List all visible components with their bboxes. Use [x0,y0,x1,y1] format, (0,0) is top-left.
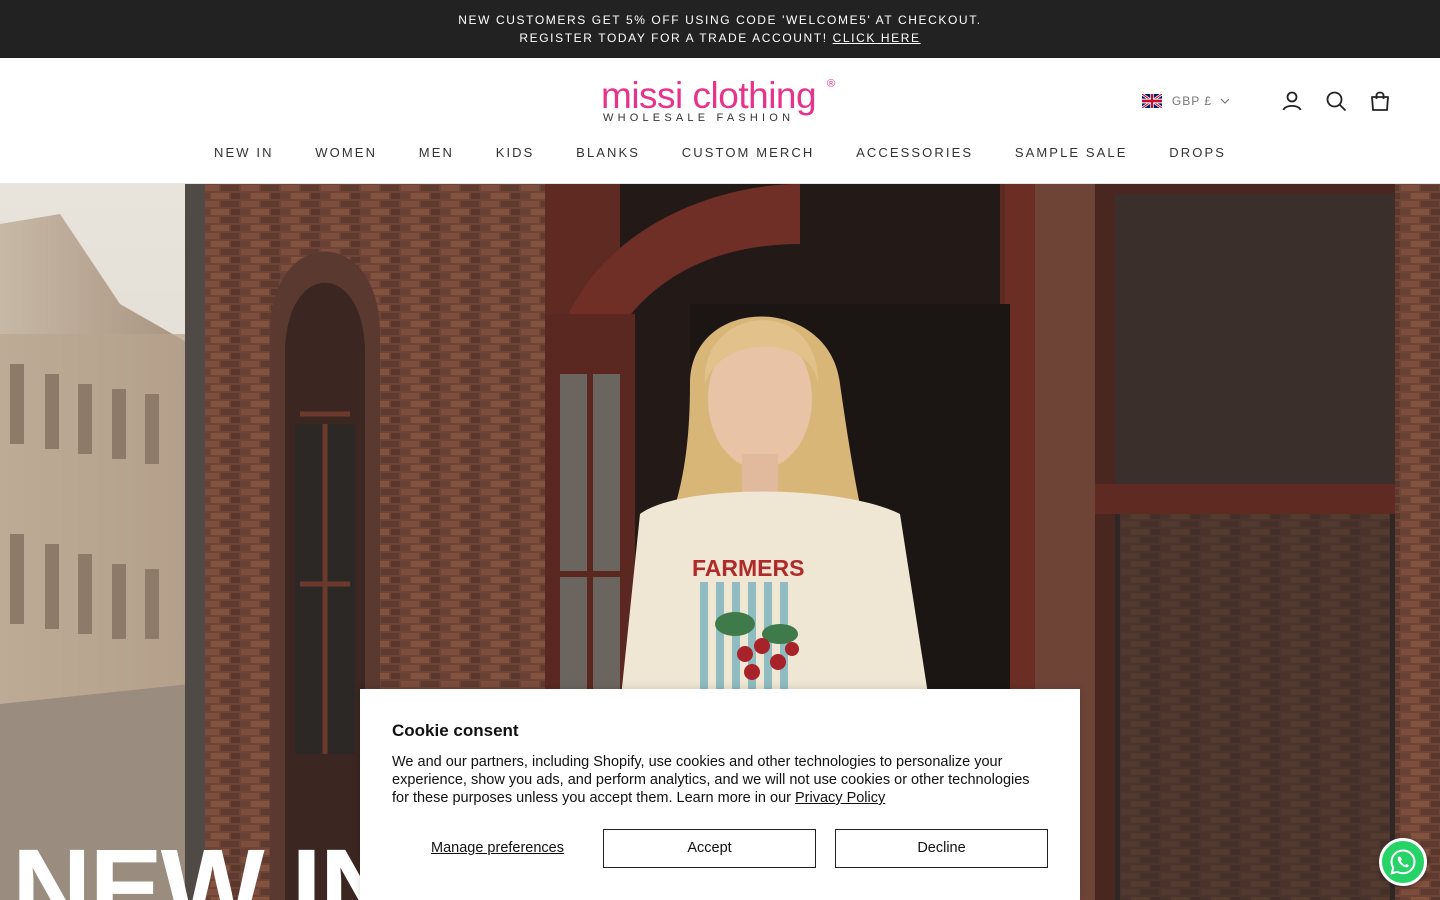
announcement-line-2: REGISTER TODAY FOR A TRADE ACCOUNT! CLIC… [0,29,1440,47]
cart-icon[interactable] [1368,89,1392,113]
nav-item-women[interactable]: WOMEN [315,145,377,160]
cookie-actions: Manage preferences Accept Decline [392,829,1048,868]
nav-item-blanks[interactable]: BLANKS [576,145,640,160]
nav-item-drops[interactable]: DROPS [1169,145,1226,160]
cookie-consent-dialog: Cookie consent We and our partners, incl… [360,689,1080,900]
nav-item-sample-sale[interactable]: SAMPLE SALE [1015,145,1128,160]
logo-registered-mark: ® [827,78,836,90]
announcement-line-1: NEW CUSTOMERS GET 5% OFF USING CODE 'WEL… [458,13,982,27]
manage-preferences-button[interactable]: Manage preferences [392,829,603,868]
hero-heading: NEW IN [12,827,399,900]
announcement-bar: NEW CUSTOMERS GET 5% OFF USING CODE 'WEL… [0,0,1440,58]
account-icon[interactable] [1280,89,1304,113]
nav-item-men[interactable]: MEN [419,145,454,160]
nav-item-accessories[interactable]: ACCESSORIES [856,145,973,160]
nav-item-custom-merch[interactable]: CUSTOM MERCH [682,145,815,160]
search-icon[interactable] [1324,89,1348,113]
main-nav: NEW IN WOMEN MEN KIDS BLANKS CUSTOM MERC… [0,145,1440,160]
uk-flag-icon [1141,94,1162,108]
cookie-body: We and our partners, including Shopify, … [392,753,1042,807]
site-logo[interactable]: missi clothing ® WHOLESALE FASHION [601,76,841,126]
whatsapp-chat-button[interactable] [1379,838,1427,886]
whatsapp-icon [1390,849,1416,875]
click-here-link[interactable]: CLICK HERE [833,31,921,45]
privacy-policy-link[interactable]: Privacy Policy [795,790,885,806]
nav-item-new-in[interactable]: NEW IN [214,145,274,160]
decline-button[interactable]: Decline [835,829,1048,868]
logo-wordmark: missi clothing [601,75,817,116]
nav-item-kids[interactable]: KIDS [496,145,535,160]
chevron-down-icon [1220,98,1230,104]
svg-text:FARMERS: FARMERS [692,555,804,581]
cookie-body-text: We and our partners, including Shopify, … [392,754,1030,806]
logo-tagline: WHOLESALE FASHION [603,112,795,124]
announcement-line-2-text: REGISTER TODAY FOR A TRADE ACCOUNT! [519,31,833,45]
currency-label: GBP £ [1171,94,1212,108]
header-tools: GBP £ [1141,88,1392,114]
cookie-title: Cookie consent [392,721,519,740]
currency-selector[interactable]: GBP £ [1141,94,1230,108]
accept-button[interactable]: Accept [603,829,816,868]
site-header: missi clothing ® WHOLESALE FASHION GBP £ [0,58,1440,184]
